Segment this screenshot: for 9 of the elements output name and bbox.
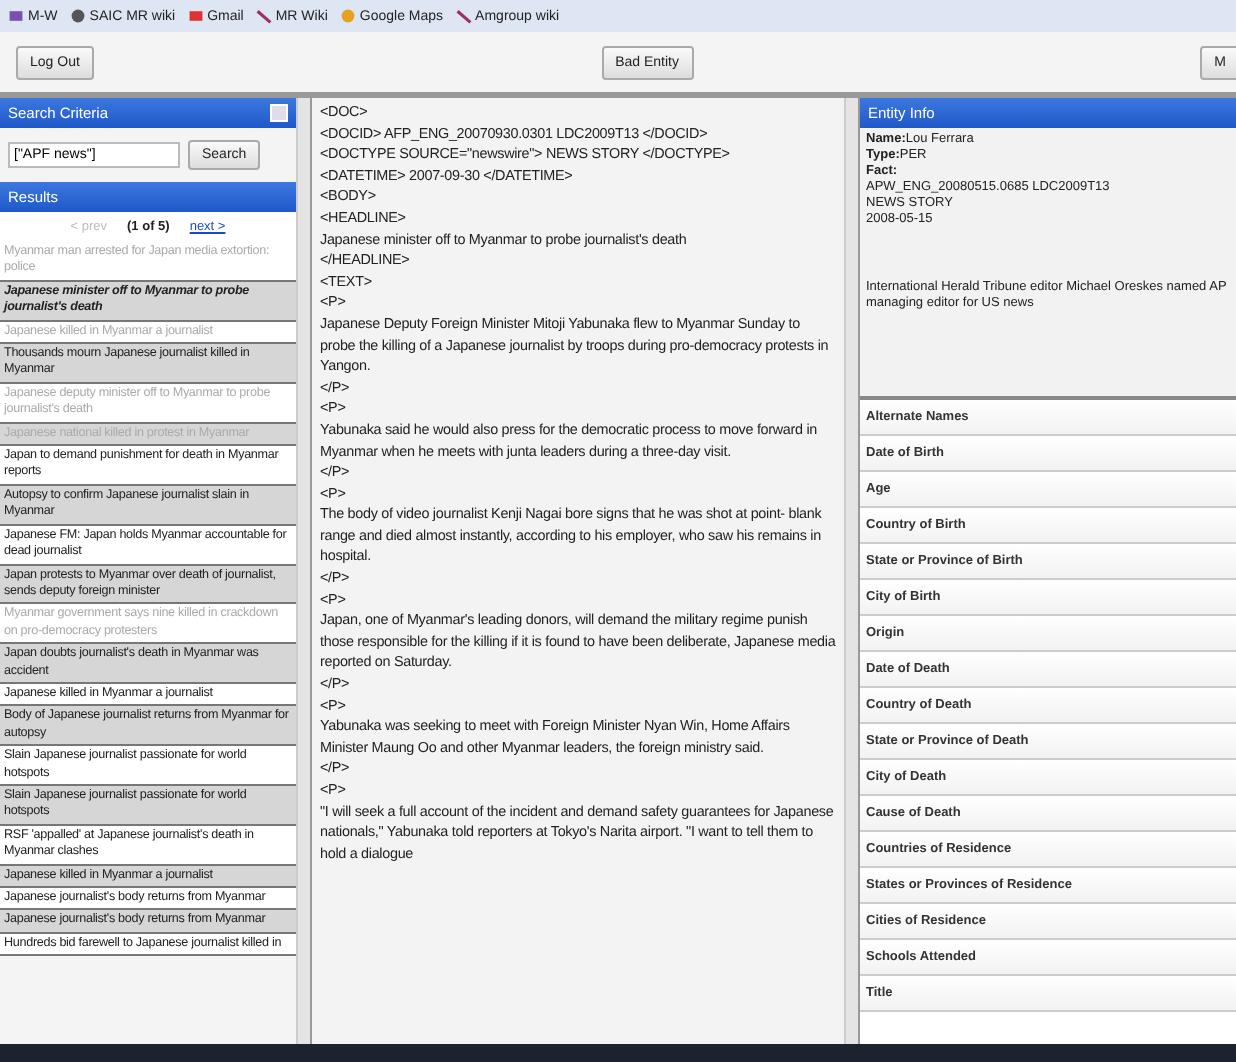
- scrollbar[interactable]: [296, 98, 312, 1044]
- collapse-icon[interactable]: [270, 104, 288, 122]
- bookmark-icon: [69, 8, 86, 24]
- bookmark-icon: [455, 8, 472, 24]
- bookmark-icon: [187, 8, 204, 24]
- bookmark-icon: [8, 8, 24, 24]
- scrollbar[interactable]: [844, 98, 860, 1044]
- bookmark-icon: [339, 8, 356, 24]
- bookmark-icon: [255, 8, 272, 24]
